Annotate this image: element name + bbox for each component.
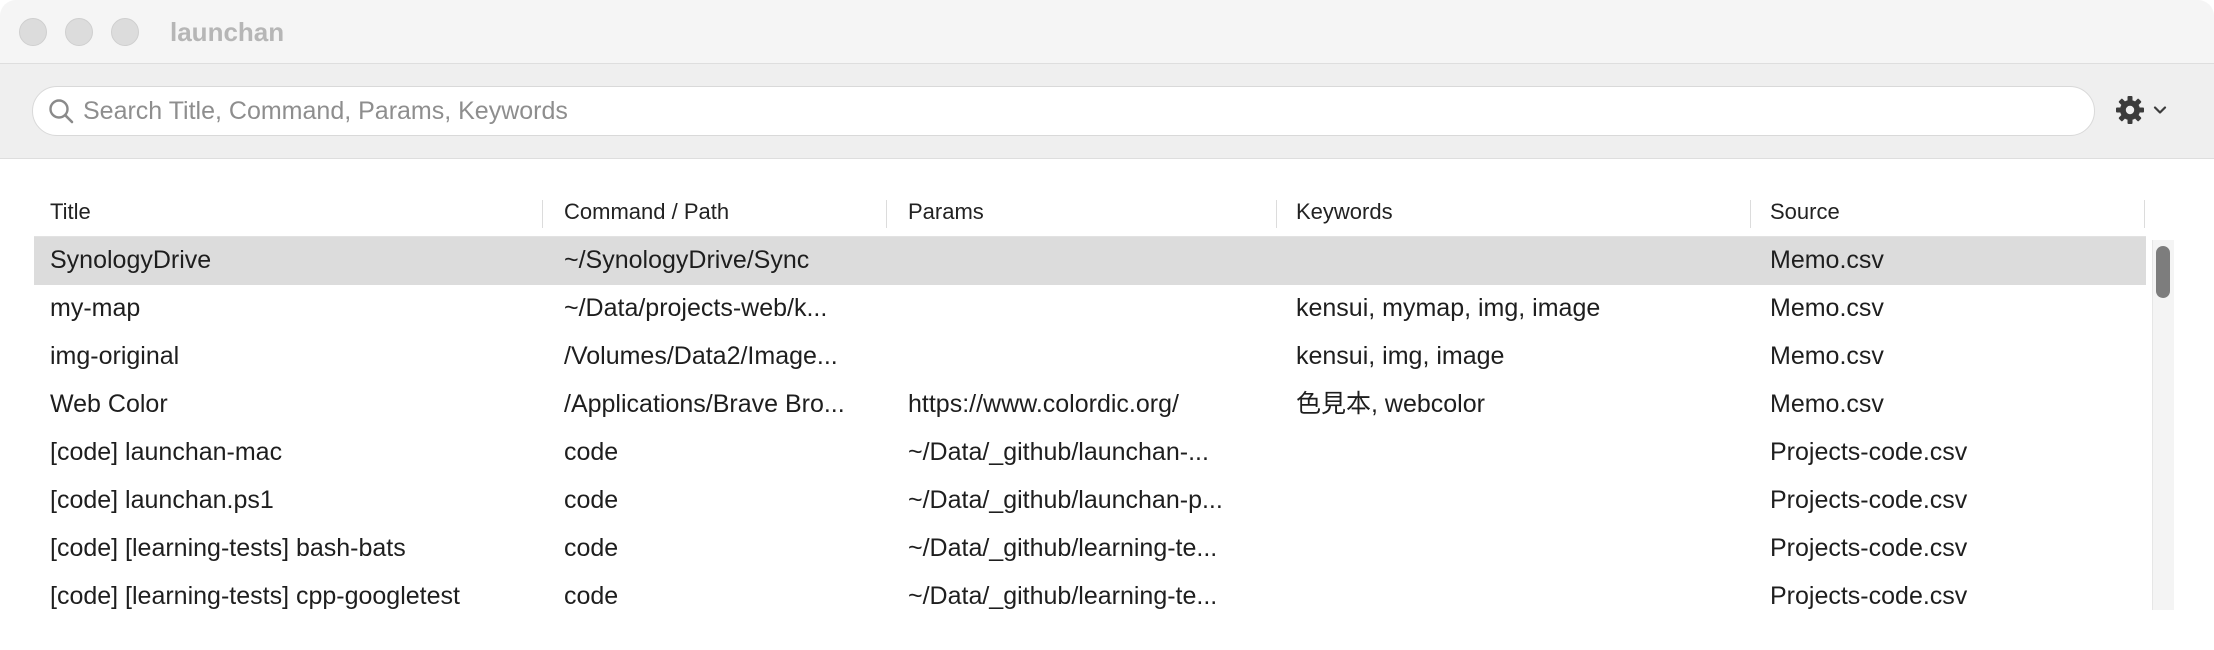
cell-command: code (564, 438, 619, 466)
cell-keywords: kensui, img, image (1296, 342, 1505, 370)
cell-keywords: kensui, mymap, img, image (1296, 294, 1601, 322)
cell-source: Projects-code.csv (1770, 438, 1968, 466)
cell-keywords (1296, 237, 1756, 285)
column-header-title[interactable]: Title (50, 188, 91, 236)
column-divider[interactable] (1276, 200, 1277, 228)
cell-keywords (1296, 429, 1756, 477)
table-row[interactable]: my-map ~/Data/projects-web/k... kensui, … (34, 285, 2146, 333)
cell-source: Projects-code.csv (1770, 486, 1968, 514)
column-divider[interactable] (2144, 200, 2145, 228)
vertical-scrollbar[interactable] (2152, 240, 2174, 610)
cell-source: Memo.csv (1770, 390, 1884, 418)
cell-keywords (1296, 573, 1756, 621)
cell-params: ~/Data/_github/learning-te... (908, 582, 1218, 610)
gear-icon (2116, 96, 2144, 124)
toolbar (0, 63, 2214, 159)
cell-source: Memo.csv (1770, 342, 1884, 370)
cell-command: code (564, 534, 619, 562)
scrollbar-thumb[interactable] (2156, 246, 2170, 298)
table-row[interactable]: [code] launchan.ps1 code ~/Data/_github/… (34, 477, 2146, 525)
window-title: launchan (170, 17, 285, 47)
table-body: SynologyDrive ~/SynologyDrive/Sync Memo.… (34, 237, 2146, 621)
close-window-button[interactable] (19, 18, 47, 46)
cell-title: Web Color (50, 390, 168, 418)
cell-source: Projects-code.csv (1770, 582, 1968, 610)
column-header-command[interactable]: Command / Path (564, 188, 729, 236)
table-row[interactable]: Web Color /Applications/Brave Bro... htt… (34, 381, 2146, 429)
cell-command: code (564, 486, 619, 514)
cell-command: ~/SynologyDrive/Sync (564, 246, 810, 274)
cell-params: ~/Data/_github/launchan-... (908, 438, 1209, 466)
cell-command: code (564, 582, 619, 610)
cell-params (908, 333, 1288, 381)
cell-title: [code] [learning-tests] cpp-googletest (50, 582, 460, 610)
cell-title: [code] launchan.ps1 (50, 486, 274, 514)
column-divider[interactable] (1750, 200, 1751, 228)
minimize-window-button[interactable] (65, 18, 93, 46)
cell-command: /Applications/Brave Bro... (564, 390, 845, 418)
cell-title: [code] launchan-mac (50, 438, 283, 466)
column-header-keywords[interactable]: Keywords (1296, 188, 1393, 236)
table-row[interactable]: [code] [learning-tests] cpp-googletest c… (34, 573, 2146, 621)
table-row[interactable]: img-original /Volumes/Data2/Image... ken… (34, 333, 2146, 381)
column-divider[interactable] (886, 200, 887, 228)
table-row[interactable]: [code] [learning-tests] bash-bats code ~… (34, 525, 2146, 573)
column-divider[interactable] (542, 200, 543, 228)
cell-params (908, 285, 1288, 333)
chevron-down-icon (2153, 106, 2167, 114)
cell-source: Projects-code.csv (1770, 534, 1968, 562)
search-icon (49, 99, 74, 124)
zoom-window-button[interactable] (111, 18, 139, 46)
cell-command: ~/Data/projects-web/k... (564, 294, 828, 322)
table-row[interactable]: SynologyDrive ~/SynologyDrive/Sync Memo.… (34, 237, 2146, 285)
cell-params: ~/Data/_github/launchan-p... (908, 486, 1223, 514)
cell-keywords (1296, 477, 1756, 525)
cell-title: img-original (50, 342, 180, 370)
cell-params: https://www.colordic.org/ (908, 390, 1179, 418)
title-bar[interactable]: launchan (0, 0, 2214, 63)
cell-keywords (1296, 525, 1756, 573)
cell-params (908, 237, 1288, 285)
table-header: Title Command / Path Params Keywords Sou… (34, 188, 2146, 237)
search-input[interactable] (83, 87, 2073, 135)
column-header-source[interactable]: Source (1770, 188, 1840, 236)
table-row[interactable]: [code] launchan-mac code ~/Data/_github/… (34, 429, 2146, 477)
cell-title: [code] [learning-tests] bash-bats (50, 534, 406, 562)
column-header-params[interactable]: Params (908, 188, 984, 236)
search-field[interactable] (32, 86, 2095, 136)
cell-keywords: 色見本, webcolor (1296, 390, 1485, 418)
launcher-table: Title Command / Path Params Keywords Sou… (34, 188, 2146, 618)
cell-title: SynologyDrive (50, 246, 212, 274)
settings-menu-button[interactable] (2114, 94, 2174, 130)
cell-command: /Volumes/Data2/Image... (564, 342, 838, 370)
cell-title: my-map (50, 294, 141, 322)
cell-source: Memo.csv (1770, 294, 1884, 322)
cell-params: ~/Data/_github/learning-te... (908, 534, 1218, 562)
app-window: launchan Search Title, Command, Params, … (0, 0, 2214, 650)
cell-source: Memo.csv (1770, 246, 1884, 274)
